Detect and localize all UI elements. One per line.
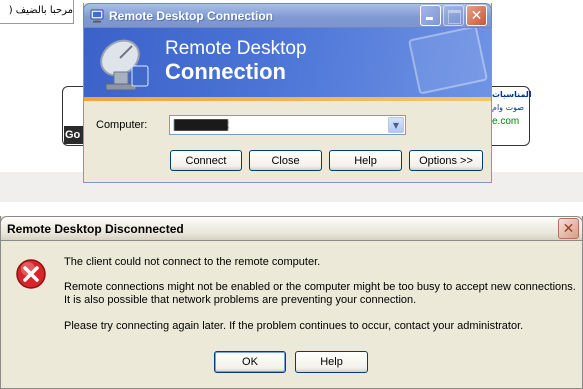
remote-desktop-disconnected-dialog: Remote Desktop Disconnected ✕ The client…	[0, 216, 583, 389]
maximize-button[interactable]	[443, 5, 464, 26]
chevron-down-icon[interactable]: ▼	[388, 117, 404, 133]
satellite-dish-icon	[100, 39, 149, 91]
computer-value[interactable]: xxxxxxxxxxxx	[170, 119, 388, 131]
ok-button[interactable]: OK	[214, 351, 286, 373]
close-icon: ✕	[562, 220, 575, 237]
remote-desktop-connection-window: Remote Desktop Connection ✕ Remote Deskt…	[83, 3, 492, 183]
remote-desktop-icon	[90, 9, 104, 22]
disconnected-titlebar[interactable]: Remote Desktop Disconnected ✕	[0, 216, 583, 241]
error-message-line2a: Remote connections might not be enabled …	[64, 281, 576, 293]
background-ad-subtitle: صوت وام	[492, 103, 525, 112]
rdc-titlebar[interactable]: Remote Desktop Connection ✕	[83, 3, 492, 28]
background-ad-url[interactable]: e.com	[492, 116, 519, 127]
help-button[interactable]: Help	[329, 150, 402, 171]
error-message-line3: Please try connecting again later. If th…	[64, 320, 524, 332]
error-message-line2b: It is also possible that network problem…	[64, 294, 417, 306]
close-button[interactable]: Close	[249, 150, 322, 171]
dialog-close-button[interactable]: ✕	[558, 218, 579, 239]
rdc-banner: Remote Desktop Connection	[84, 28, 491, 97]
rdc-window-title: Remote Desktop Connection	[109, 8, 274, 23]
banner-monitor-decoration	[407, 28, 489, 95]
dialog-help-button[interactable]: Help	[295, 351, 368, 373]
minimize-button[interactable]	[420, 5, 441, 26]
rdc-banner-line2: Connection	[165, 59, 286, 84]
background-greeting-text: مرحبا بالضيف (	[0, 0, 74, 24]
disconnected-dialog-title: Remote Desktop Disconnected	[7, 221, 184, 236]
computer-value-text: xxxxxxxxxxxx	[174, 119, 229, 131]
computer-combobox[interactable]: xxxxxxxxxxxx ▼	[169, 115, 406, 135]
rdc-banner-line1: Remote Desktop	[165, 38, 307, 59]
rdc-close-window-button[interactable]: ✕	[466, 5, 487, 26]
close-icon: ✕	[470, 7, 483, 24]
connect-button[interactable]: Connect	[170, 150, 242, 171]
background-ad-title[interactable]: المناسبات	[492, 90, 532, 99]
options-button[interactable]: Options >>	[409, 150, 483, 171]
computer-label: Computer:	[96, 119, 148, 131]
error-message-line1: The client could not connect to the remo…	[64, 256, 321, 268]
error-icon	[16, 259, 46, 289]
banner-accent-stripe	[84, 97, 491, 101]
